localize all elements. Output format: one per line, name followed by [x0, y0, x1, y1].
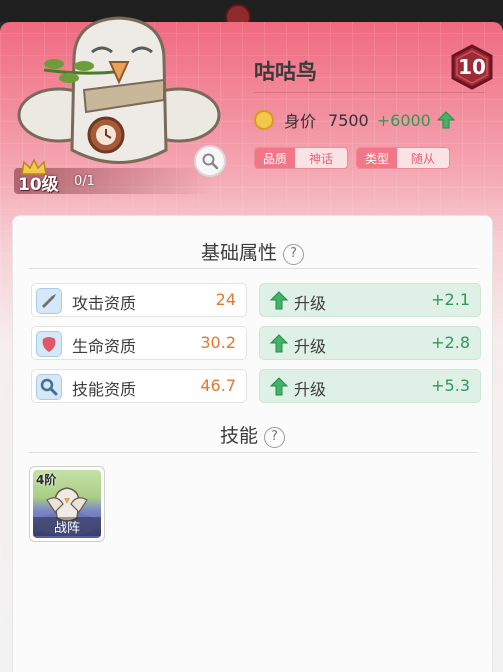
attribute-value: 30.2 [200, 333, 236, 352]
help-icon[interactable]: ? [264, 427, 285, 448]
content-card: 基础属性? 攻击资质 24 升级 +2.1 生命资质 30.2 升级 +2.8 … [12, 215, 493, 672]
tag-type: 类型 随从 [356, 147, 451, 169]
attribute-label: 攻击资质 [72, 294, 137, 313]
section-divider [29, 452, 477, 453]
upgrade-label: 升级 [294, 294, 327, 313]
inspect-button[interactable] [194, 145, 226, 177]
worth-label: 身价 [284, 112, 317, 131]
worth-bonus: +6000 [376, 110, 431, 130]
upgrade-value: +2.1 [431, 290, 470, 309]
up-arrow-icon [270, 334, 288, 353]
level-bar: 10级 0/1 [14, 158, 224, 196]
attribute-label: 生命资质 [72, 337, 137, 356]
attribute-attack: 攻击资质 24 [31, 283, 247, 317]
upgrade-value: +5.3 [431, 376, 470, 395]
upgrade-value: +2.8 [431, 333, 470, 352]
skills-title: 技能? [13, 421, 492, 448]
search-icon [202, 153, 219, 170]
worth-row: 身价 7500 +6000 [254, 109, 455, 131]
attribute-skill: 技能资质 46.7 [31, 369, 247, 403]
help-icon[interactable]: ? [283, 244, 304, 265]
up-arrow-icon [270, 377, 288, 396]
tag-list: 品质 神话 类型 随从 [254, 147, 451, 169]
up-arrow-icon [270, 291, 288, 310]
level-progress: 0/1 [74, 174, 95, 189]
attribute-row: 生命资质 30.2 升级 +2.8 [31, 326, 481, 360]
upgrade-label: 升级 [294, 380, 327, 399]
attribute-value: 24 [215, 290, 236, 309]
attribute-row: 技能资质 46.7 升级 +5.3 [31, 369, 481, 403]
skill-name: 战阵 [33, 517, 101, 536]
level-badge-number: 10 [458, 55, 486, 79]
level-badge: 10 [450, 44, 494, 90]
upgrade-attack-button[interactable]: 升级 +2.1 [259, 283, 481, 317]
attack-icon [36, 288, 62, 314]
attribute-health: 生命资质 30.2 [31, 326, 247, 360]
attribute-value: 46.7 [200, 376, 236, 395]
section-divider [29, 268, 477, 269]
attribute-row: 攻击资质 24 升级 +2.1 [31, 283, 481, 317]
up-arrow-icon [436, 111, 455, 129]
upgrade-label: 升级 [294, 337, 327, 356]
character-panel: 10级 0/1 咕咕鸟 10 身价 7500 +6000 品质 神话 类型 随从… [0, 16, 503, 672]
basic-attributes-title: 基础属性? [13, 238, 492, 265]
attribute-label: 技能资质 [72, 380, 137, 399]
upgrade-health-button[interactable]: 升级 +2.8 [259, 326, 481, 360]
worth-value: 7500 [328, 110, 369, 130]
coin-icon [254, 110, 274, 130]
skill-tier: 4阶 [36, 473, 57, 487]
tag-quality: 品质 神话 [254, 147, 349, 169]
name-divider [254, 92, 486, 93]
health-icon [36, 331, 62, 357]
upgrade-skill-button[interactable]: 升级 +5.3 [259, 369, 481, 403]
skill-icon [36, 374, 62, 400]
character-name: 咕咕鸟 [254, 60, 317, 84]
skill-card[interactable]: 4阶 战阵 [29, 466, 105, 542]
level-text: 10级 [18, 175, 59, 195]
